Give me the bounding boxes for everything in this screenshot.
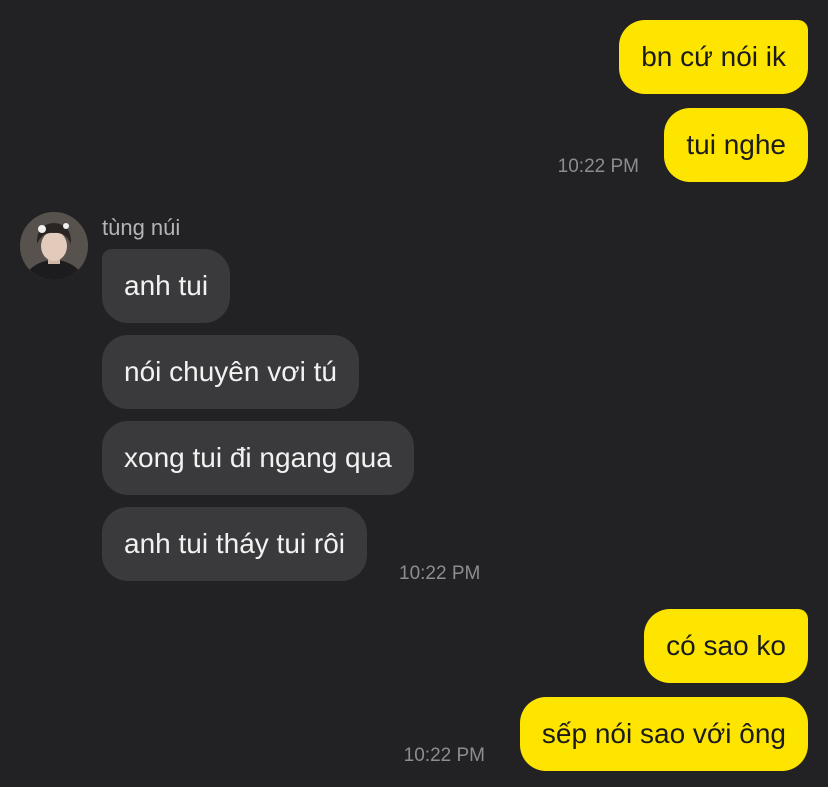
incoming-message[interactable]: anh tui tháy tui rôi [102, 507, 368, 581]
profile-photo-avatar [20, 212, 88, 280]
outgoing-message[interactable]: có sao ko [644, 609, 808, 683]
sender-name: tùng núi [102, 215, 181, 240]
message-timestamp: 10:22 PM [403, 745, 485, 766]
outgoing-message[interactable]: tui nghe [664, 108, 808, 182]
incoming-message[interactable]: xong tui đi ngang qua [102, 421, 414, 495]
outgoing-message[interactable]: sếp nói sao với ông [519, 697, 808, 771]
message-timestamp: 10:22 PM [399, 563, 481, 584]
outgoing-message[interactable]: bn cứ nói ik [619, 20, 808, 94]
incoming-message[interactable]: nói chuyên vơi tú [102, 335, 359, 409]
incoming-message[interactable]: anh tui [102, 249, 231, 323]
sender-avatar[interactable] [20, 212, 88, 280]
message-timestamp: 10:22 PM [557, 156, 639, 177]
